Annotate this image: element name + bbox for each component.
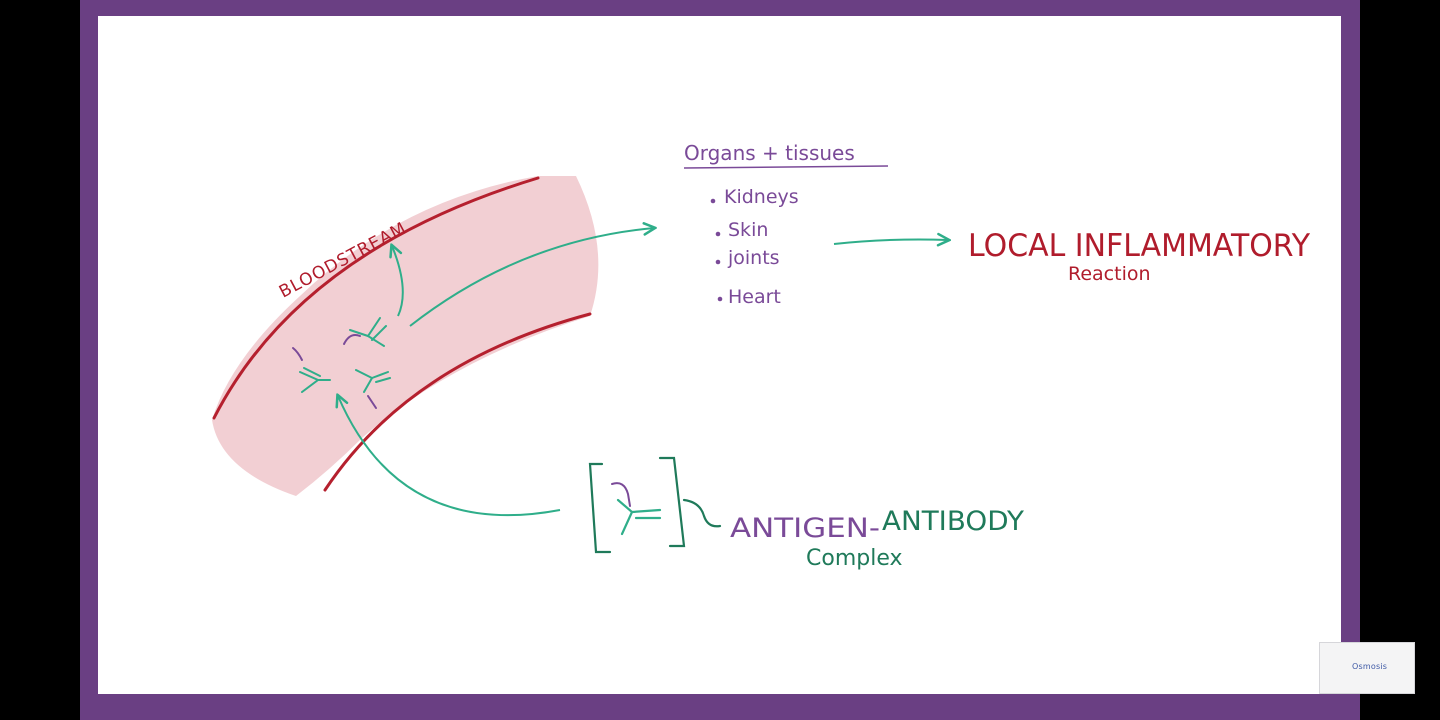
antibody-icon (616, 498, 662, 536)
complex-label: Complex (806, 546, 903, 571)
organs-heading: Organs + tissues (684, 141, 855, 165)
local-inflammatory-label: LOCAL INFLAMMATORY (968, 228, 1310, 264)
bracket-icon (588, 456, 722, 554)
antibody-label: ANTIBODY (882, 506, 1025, 537)
to-inflammation-arrow-icon (833, 240, 948, 245)
organ-item-heart: Heart (728, 286, 781, 308)
antigen-label: ANTIGEN- (730, 513, 880, 544)
organ-item-skin: Skin (728, 219, 768, 241)
reaction-label: Reaction (1068, 263, 1151, 285)
bullet-dot (710, 198, 716, 204)
diagram-canvas: BLOODSTREAM Organs + tissues Kidneys Ski… (212, 141, 1310, 571)
bullet-dot (717, 296, 723, 302)
organ-item-joints: joints (727, 247, 780, 269)
bullet-dot (715, 259, 721, 265)
organs-heading-underline (683, 165, 889, 169)
bullet-dot (715, 231, 721, 237)
organ-item-kidneys: Kidneys (724, 186, 799, 208)
watermark-text: Osmosis (1352, 662, 1388, 671)
